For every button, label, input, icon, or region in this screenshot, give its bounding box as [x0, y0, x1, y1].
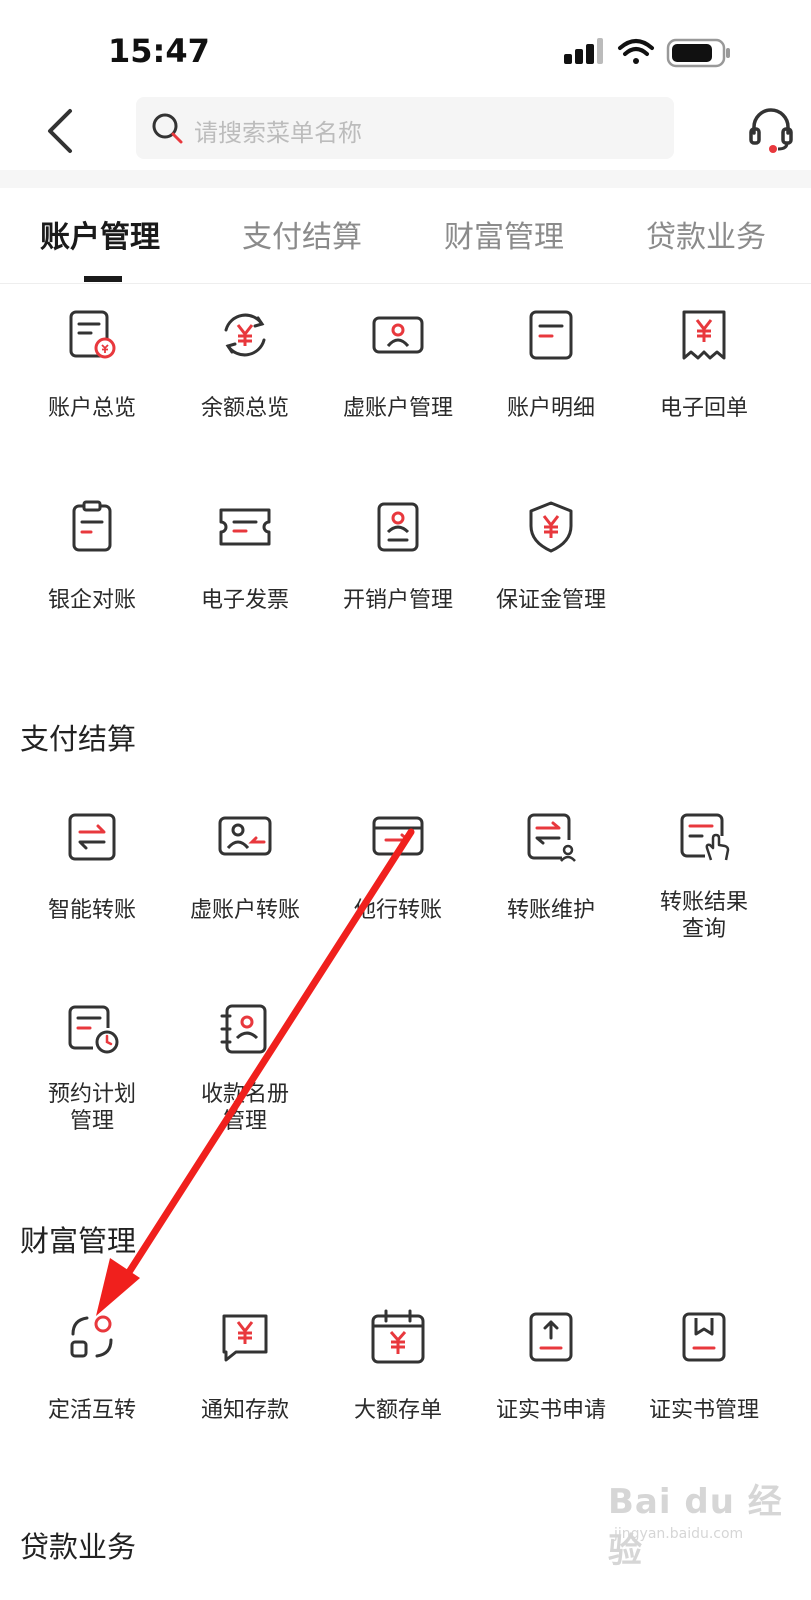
headset-icon — [749, 108, 793, 153]
wifi-icon — [618, 39, 654, 64]
menu-item-virtual-transfer[interactable]: 虚账户转账 — [167, 808, 323, 948]
divider-band — [0, 170, 811, 188]
calendar-yuan-icon — [369, 1308, 427, 1366]
schedule-plan-icon — [63, 1000, 121, 1058]
menu-item-label: 定活互转 — [47, 1397, 136, 1422]
watermark: Bai du 经验 jingyan.baidu.com — [608, 1474, 808, 1571]
battery-icon — [666, 38, 730, 68]
search-placeholder: 请搜索菜单名称 — [194, 120, 362, 147]
menu-item-payee-book[interactable]: 收款名册 管理 — [167, 1000, 323, 1140]
menu-item-reconciliation[interactable]: 银企对账 — [14, 498, 170, 638]
label-line-2: 管理 — [222, 1108, 267, 1133]
menu-item-label: 收款名册 管理 — [167, 1080, 323, 1134]
certificate-manage-icon — [675, 1308, 733, 1366]
watermark-brand: Bai du 经验 — [608, 1482, 783, 1571]
section-title-loan: 贷款业务 — [20, 1532, 137, 1564]
label-line-1: 预约计划 — [47, 1081, 136, 1106]
menu-item-label: 证实书申请 — [495, 1397, 606, 1422]
virtual-transfer-icon — [216, 808, 274, 866]
tab-loan[interactable]: 贷款业务 — [646, 212, 766, 256]
customer-service-button[interactable] — [748, 105, 794, 155]
status-bar: 15:47 — [0, 0, 811, 100]
swap-deposit-icon — [63, 1308, 121, 1366]
menu-item-certificate-manage[interactable]: 证实书管理 — [626, 1308, 782, 1448]
menu-item-label: 他行转账 — [353, 897, 442, 922]
menu-item-schedule-plan[interactable]: 预约计划 管理 — [14, 1000, 170, 1140]
label-line-1: 转账结果 — [659, 889, 748, 914]
notice-deposit-icon — [216, 1308, 274, 1366]
transfer-maintain-icon — [522, 808, 580, 866]
menu-item-balance-overview[interactable]: 余额总览 — [167, 306, 323, 446]
menu-item-invoice[interactable]: 电子发票 — [167, 498, 323, 638]
menu-item-label: 预约计划 管理 — [14, 1080, 170, 1134]
balance-overview-icon — [216, 306, 274, 364]
account-open-icon — [369, 498, 427, 556]
chevron-left-icon — [48, 109, 72, 153]
transfer-query-icon — [675, 808, 733, 866]
menu-item-label: 余额总览 — [200, 395, 289, 420]
menu-item-transfer-maintain[interactable]: 转账维护 — [473, 808, 629, 948]
tab-account[interactable]: 账户管理 — [40, 212, 160, 256]
menu-item-label: 开销户管理 — [342, 587, 453, 612]
card-transfer-icon — [369, 808, 427, 866]
search-input[interactable]: 请搜索菜单名称 — [136, 97, 674, 159]
signal-icon — [564, 38, 603, 64]
menu-item-label: 银企对账 — [47, 587, 136, 612]
category-tabs: 账户管理 支付结算 财富管理 贷款业务 — [0, 188, 811, 284]
menu-item-label: 电子回单 — [659, 395, 748, 420]
menu-item-label: 智能转账 — [47, 897, 136, 922]
label-line-2: 查询 — [681, 916, 726, 941]
menu-item-transfer-query[interactable]: 转账结果 查询 — [626, 808, 782, 948]
menu-item-label: 账户总览 — [47, 395, 136, 420]
status-time: 15:47 — [108, 32, 210, 70]
menu-item-account-overview[interactable]: 账户总览 — [14, 306, 170, 446]
status-icons — [560, 34, 740, 74]
section-title-wealth: 财富管理 — [20, 1226, 137, 1258]
account-overview-icon — [63, 306, 121, 364]
menu-item-label: 虚账户转账 — [189, 897, 300, 922]
payee-book-icon — [216, 1000, 274, 1058]
section-title-payment: 支付结算 — [20, 724, 137, 756]
watermark-url: jingyan.baidu.com — [614, 1526, 744, 1542]
certificate-apply-icon — [522, 1308, 580, 1366]
menu-item-label: 转账结果 查询 — [626, 888, 782, 942]
menu-item-label: 电子发票 — [200, 587, 289, 612]
menu-item-certificate-apply[interactable]: 证实书申请 — [473, 1308, 629, 1448]
tab-payment[interactable]: 支付结算 — [242, 212, 362, 256]
menu-item-large-deposit[interactable]: 大额存单 — [320, 1308, 476, 1448]
tab-indicator — [84, 276, 122, 282]
back-button[interactable] — [38, 103, 82, 159]
virtual-account-icon — [369, 306, 427, 364]
menu-item-label: 通知存款 — [200, 1397, 289, 1422]
account-detail-icon — [522, 306, 580, 364]
menu-item-label: 证实书管理 — [648, 1397, 759, 1422]
nav-bar: 请搜索菜单名称 — [0, 95, 811, 167]
menu-item-label: 虚账户管理 — [342, 395, 453, 420]
menu-item-account-detail[interactable]: 账户明细 — [473, 306, 629, 446]
shield-yuan-icon — [522, 498, 580, 556]
menu-item-interbank-transfer[interactable]: 他行转账 — [320, 808, 476, 948]
menu-item-notice-deposit[interactable]: 通知存款 — [167, 1308, 323, 1448]
menu-item-virtual-account[interactable]: 虚账户管理 — [320, 306, 476, 446]
invoice-ticket-icon — [216, 498, 274, 556]
search-icon — [152, 113, 183, 144]
label-line-1: 收款名册 — [200, 1081, 289, 1106]
menu-item-label: 账户明细 — [506, 395, 595, 420]
transfer-icon — [63, 808, 121, 866]
receipt-icon — [675, 306, 733, 364]
menu-item-deposit-margin[interactable]: 保证金管理 — [473, 498, 629, 638]
menu-item-label: 保证金管理 — [495, 587, 606, 612]
label-line-2: 管理 — [69, 1108, 114, 1133]
menu-item-swap-deposit[interactable]: 定活互转 — [14, 1308, 170, 1448]
menu-item-label: 转账维护 — [506, 897, 595, 922]
menu-item-receipt[interactable]: 电子回单 — [626, 306, 782, 446]
tab-wealth[interactable]: 财富管理 — [444, 212, 564, 256]
menu-item-label: 大额存单 — [353, 1397, 442, 1422]
menu-item-account-open[interactable]: 开销户管理 — [320, 498, 476, 638]
menu-item-smart-transfer[interactable]: 智能转账 — [14, 808, 170, 948]
clipboard-icon — [63, 498, 121, 556]
